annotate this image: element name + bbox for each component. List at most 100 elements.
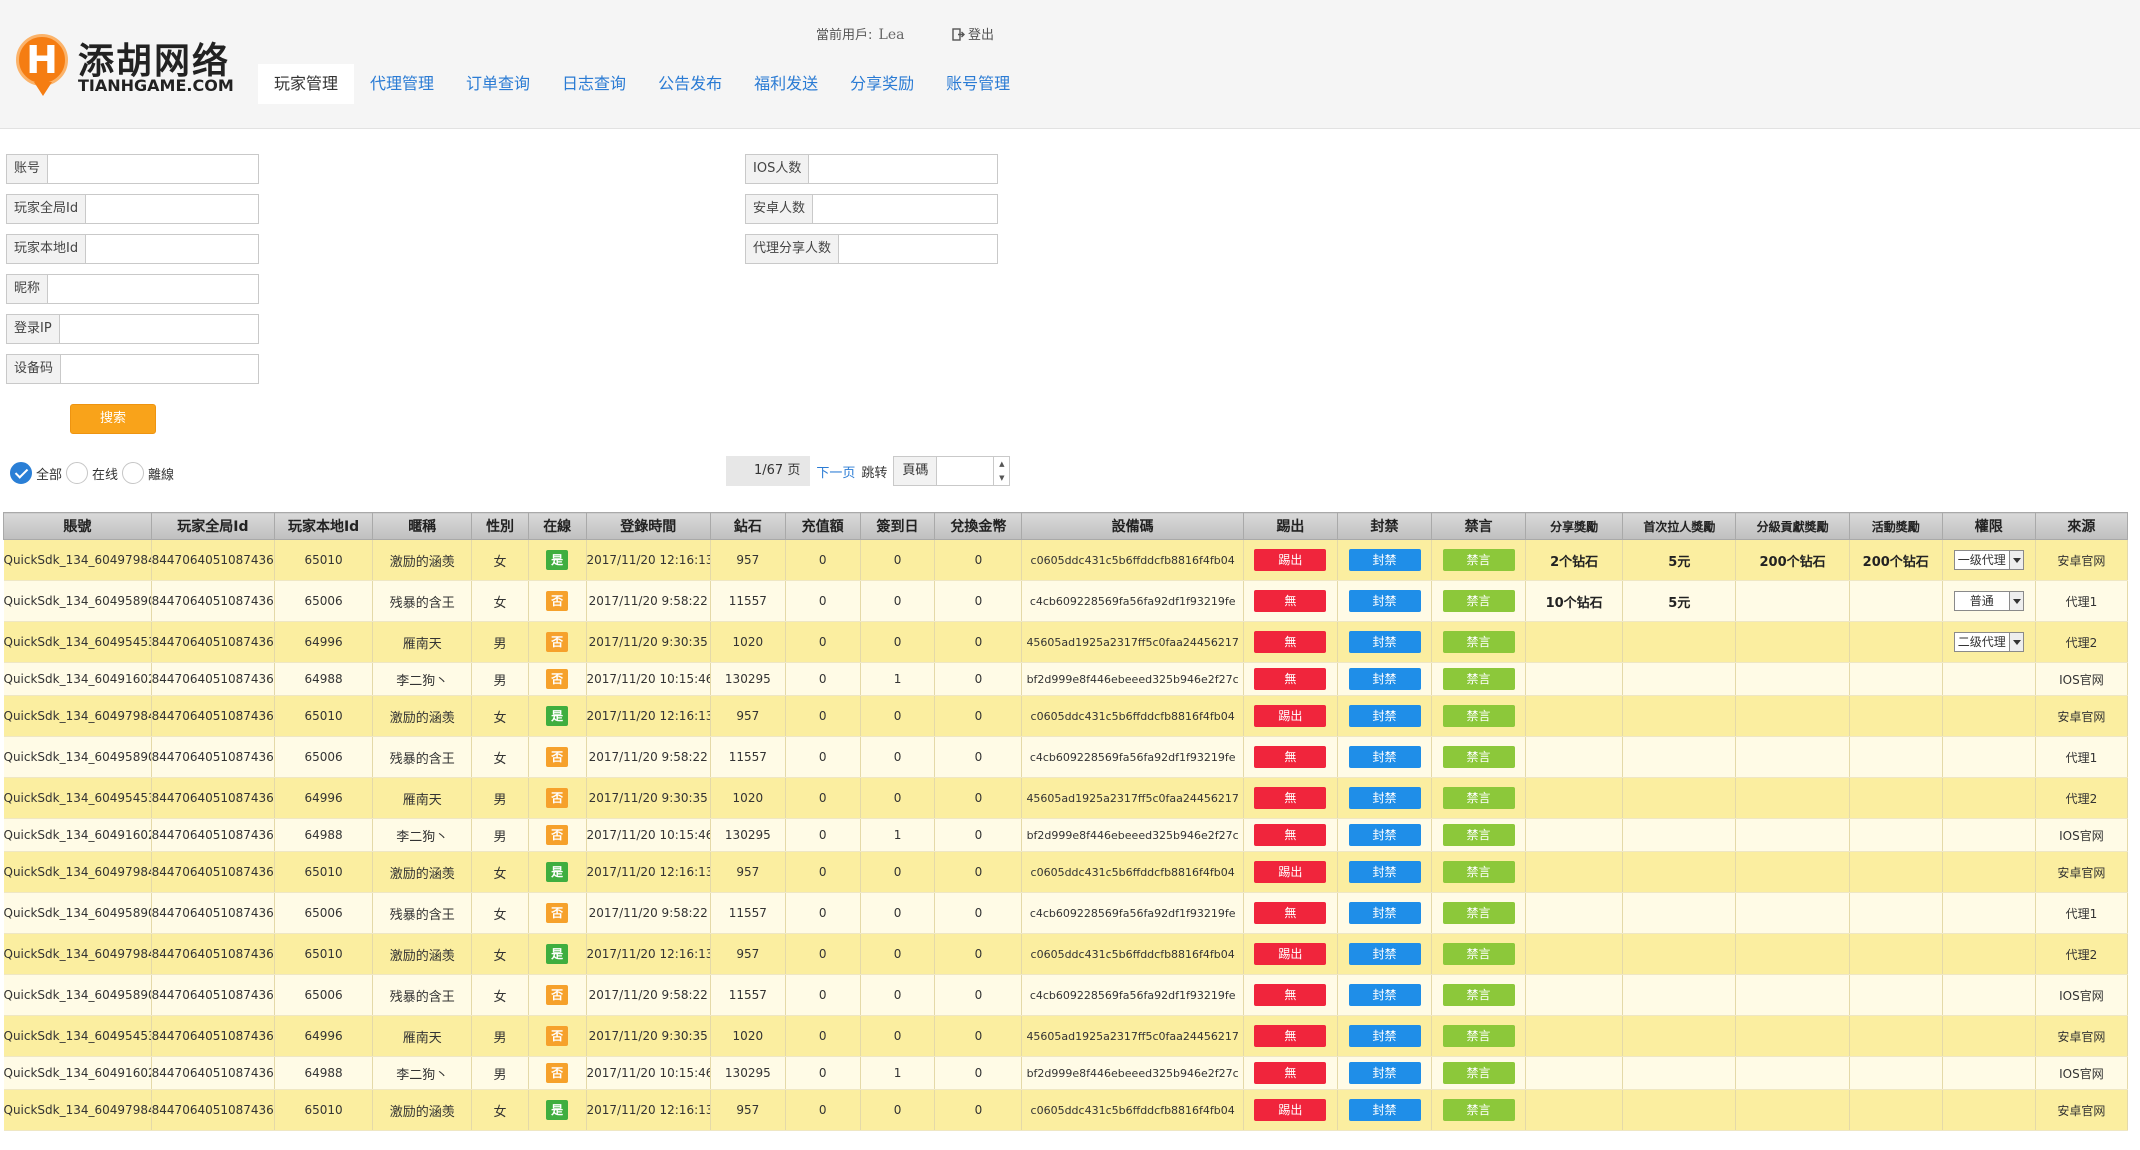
nav-tab-1[interactable]: 代理管理	[354, 64, 450, 104]
ban-button[interactable]: 封禁	[1348, 943, 1421, 965]
column-header-0[interactable]: 賬號	[3, 512, 152, 540]
filter-option-2[interactable]: 離線	[122, 462, 174, 484]
mute-button[interactable]: 禁言	[1442, 705, 1515, 727]
column-header-20[interactable]: 來源	[2034, 512, 2129, 540]
mute-button[interactable]: 禁言	[1442, 943, 1515, 965]
table-row[interactable]: QuickSdk_134_604916028447064051087436446…	[3, 662, 2129, 696]
table-row[interactable]: QuickSdk_134_604954538447064051087436526…	[3, 1015, 2129, 1057]
column-header-13[interactable]: 封禁	[1336, 512, 1433, 540]
kick-button[interactable]: 踢出	[1254, 705, 1327, 727]
mute-button[interactable]: 禁言	[1442, 746, 1515, 768]
table-row[interactable]: QuickSdk_134_604954538447064051087436526…	[3, 621, 2129, 663]
mute-button[interactable]: 禁言	[1442, 984, 1515, 1006]
column-header-8[interactable]: 充值額	[784, 512, 861, 540]
logout-button[interactable]: 登出	[952, 24, 994, 43]
nav-tab-2[interactable]: 订单查询	[450, 64, 546, 104]
kick-button[interactable]: 踢出	[1254, 861, 1327, 883]
column-header-18[interactable]: 活動獎勵	[1848, 512, 1943, 540]
column-header-2[interactable]: 玩家本地Id	[274, 512, 374, 540]
mute-button[interactable]: 禁言	[1442, 1062, 1515, 1084]
ban-button[interactable]: 封禁	[1348, 746, 1421, 768]
next-page-link[interactable]: 下一页	[816, 462, 855, 481]
field-input[interactable]	[59, 315, 258, 343]
column-header-15[interactable]: 分享獎勵	[1525, 512, 1624, 540]
kick-button[interactable]: 無	[1254, 1062, 1327, 1084]
column-header-4[interactable]: 性別	[471, 512, 529, 540]
column-header-3[interactable]: 暱稱	[372, 512, 473, 540]
field-input[interactable]	[86, 195, 258, 223]
field-input[interactable]	[48, 275, 258, 303]
ban-button[interactable]: 封禁	[1348, 902, 1421, 924]
filter-option-1[interactable]: 在线	[66, 462, 118, 484]
table-row[interactable]: QuickSdk_134_604958908447064051087436626…	[3, 736, 2129, 778]
column-header-12[interactable]: 踢出	[1242, 512, 1338, 540]
kick-button[interactable]: 踢出	[1254, 1099, 1327, 1121]
kick-button[interactable]: 無	[1254, 1025, 1327, 1047]
kick-button[interactable]: 無	[1254, 746, 1327, 768]
mute-button[interactable]: 禁言	[1442, 902, 1515, 924]
radio-empty-icon[interactable]	[66, 462, 89, 484]
field-input[interactable]	[61, 355, 258, 383]
ban-button[interactable]: 封禁	[1348, 631, 1421, 653]
search-button[interactable]: 搜索	[70, 404, 156, 434]
mute-button[interactable]: 禁言	[1442, 1099, 1515, 1121]
nav-tab-4[interactable]: 公告发布	[642, 64, 738, 104]
kick-button[interactable]: 踢出	[1254, 549, 1327, 571]
ban-button[interactable]: 封禁	[1348, 1062, 1421, 1084]
permission-select[interactable]: 一级代理	[1953, 550, 2024, 570]
mute-button[interactable]: 禁言	[1442, 590, 1515, 612]
nav-tab-0[interactable]: 玩家管理	[258, 64, 355, 104]
column-header-6[interactable]: 登錄時間	[585, 512, 711, 540]
field-input[interactable]	[813, 195, 997, 223]
mute-button[interactable]: 禁言	[1442, 631, 1515, 653]
kick-button[interactable]: 無	[1254, 824, 1327, 846]
table-row[interactable]: QuickSdk_134_604979848447064051087436666…	[3, 1089, 2129, 1131]
table-row[interactable]: QuickSdk_134_604958908447064051087436626…	[3, 580, 2129, 622]
jump-page-link[interactable]: 跳转	[861, 462, 887, 481]
radio-empty-icon[interactable]	[122, 462, 145, 484]
ban-button[interactable]: 封禁	[1348, 549, 1421, 571]
kick-button[interactable]: 無	[1254, 631, 1327, 653]
chevron-down-icon[interactable]	[2008, 551, 2023, 569]
mute-button[interactable]: 禁言	[1442, 1025, 1515, 1047]
column-header-16[interactable]: 首次拉人獎勵	[1622, 512, 1737, 540]
ban-button[interactable]: 封禁	[1348, 824, 1421, 846]
permission-select[interactable]: 二级代理	[1953, 632, 2024, 652]
chevron-down-icon[interactable]	[2008, 633, 2023, 651]
field-input[interactable]	[839, 235, 997, 263]
column-header-5[interactable]: 在線	[527, 512, 587, 540]
ban-button[interactable]: 封禁	[1348, 1099, 1421, 1121]
ban-button[interactable]: 封禁	[1348, 1025, 1421, 1047]
column-header-11[interactable]: 設備碼	[1021, 512, 1244, 540]
column-header-14[interactable]: 禁言	[1431, 512, 1527, 540]
table-row[interactable]: QuickSdk_134_604979848447064051087436666…	[3, 851, 2129, 893]
radio-checked-icon[interactable]	[10, 462, 32, 484]
table-row[interactable]: QuickSdk_134_604916028447064051087436446…	[3, 1056, 2129, 1090]
column-header-9[interactable]: 簽到日	[859, 512, 936, 540]
permission-select[interactable]: 普通	[1953, 591, 2024, 611]
field-input[interactable]	[48, 155, 258, 183]
nav-tab-3[interactable]: 日志查询	[546, 64, 642, 104]
kick-button[interactable]: 無	[1254, 787, 1327, 809]
table-row[interactable]: QuickSdk_134_604979848447064051087436666…	[3, 539, 2129, 581]
table-row[interactable]: QuickSdk_134_604979848447064051087436666…	[3, 933, 2129, 975]
ban-button[interactable]: 封禁	[1348, 787, 1421, 809]
ban-button[interactable]: 封禁	[1348, 984, 1421, 1006]
ban-button[interactable]: 封禁	[1348, 668, 1421, 690]
page-jump-input[interactable]	[937, 457, 994, 485]
nav-tab-6[interactable]: 分享奖励	[834, 64, 930, 104]
column-header-1[interactable]: 玩家全局Id	[150, 512, 276, 540]
mute-button[interactable]: 禁言	[1442, 861, 1515, 883]
brand-logo[interactable]: H 添胡网络 TIANHGAME.COM	[16, 30, 256, 100]
mute-button[interactable]: 禁言	[1442, 787, 1515, 809]
page-jump-spinner[interactable]: ▲ ▼	[993, 457, 1009, 485]
table-row[interactable]: QuickSdk_134_604916028447064051087436446…	[3, 818, 2129, 852]
kick-button[interactable]: 無	[1254, 902, 1327, 924]
ban-button[interactable]: 封禁	[1348, 705, 1421, 727]
column-header-7[interactable]: 鉆石	[709, 512, 786, 540]
column-header-10[interactable]: 兌換金幣	[934, 512, 1023, 540]
nav-tab-5[interactable]: 福利发送	[738, 64, 834, 104]
table-row[interactable]: QuickSdk_134_604979848447064051087436666…	[3, 695, 2129, 737]
kick-button[interactable]: 踢出	[1254, 943, 1327, 965]
column-header-17[interactable]: 分級貢獻獎勵	[1735, 512, 1850, 540]
